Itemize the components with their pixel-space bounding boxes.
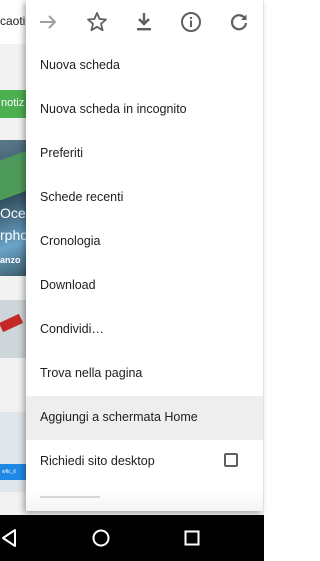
menu-item-label: Trova nella pagina [40,366,143,380]
menu-item-label: Aggiungi a schermata Home [40,410,198,424]
menu-item-label: Preferiti [40,146,84,160]
star-icon[interactable] [85,10,109,34]
desktop-site-checkbox[interactable] [224,453,238,467]
article-headline-line2: rpho [0,227,29,243]
url-text: caoti [0,14,26,28]
menu-item-label: Richiedi sito desktop [40,454,155,468]
menu-item-find-in-page[interactable]: Trova nella pagina [26,352,263,396]
menu-item-add-to-home-screen[interactable]: Aggiungi a schermata Home [26,396,263,440]
article-author: anzo [0,255,21,265]
menu-item-request-desktop-site[interactable]: Richiedi sito desktop [26,440,263,484]
info-icon[interactable] [179,10,203,34]
menu-item-label: Condividi… [40,322,104,336]
menu-item-label: Download [40,278,96,292]
article-tag-text: wfic_il [2,469,16,475]
menu-item-history[interactable]: Cronologia [26,220,263,264]
menu-toolbar [26,0,263,44]
menu-item-label: Nuova scheda in incognito [40,102,187,116]
download-icon[interactable] [132,10,156,34]
menu-next-item-hint [40,496,100,498]
menu-item-downloads[interactable]: Download [26,264,263,308]
menu-item-label: Nuova scheda [40,58,120,72]
menu-item-label: Cronologia [40,234,101,248]
forward-arrow-icon[interactable] [36,10,60,34]
menu-item-new-tab[interactable]: Nuova scheda [26,44,263,88]
menu-item-new-incognito-tab[interactable]: Nuova scheda in incognito [26,88,263,132]
article-headline-line1: Oce [0,205,26,221]
refresh-icon[interactable] [227,10,251,34]
system-navigation-bar [0,515,264,561]
menu-item-label: Schede recenti [40,190,124,204]
menu-item-bookmarks[interactable]: Preferiti [26,132,263,176]
menu-scroll-fade [26,490,263,511]
recents-square-icon[interactable] [180,526,204,550]
badge-text: notiz [1,97,25,109]
overflow-menu: Nuova scheda Nuova scheda in incognito P… [26,0,263,511]
back-triangle-icon[interactable] [0,526,22,550]
home-circle-icon[interactable] [89,526,113,550]
menu-item-share[interactable]: Condividi… [26,308,263,352]
menu-item-recent-tabs[interactable]: Schede recenti [26,176,263,220]
